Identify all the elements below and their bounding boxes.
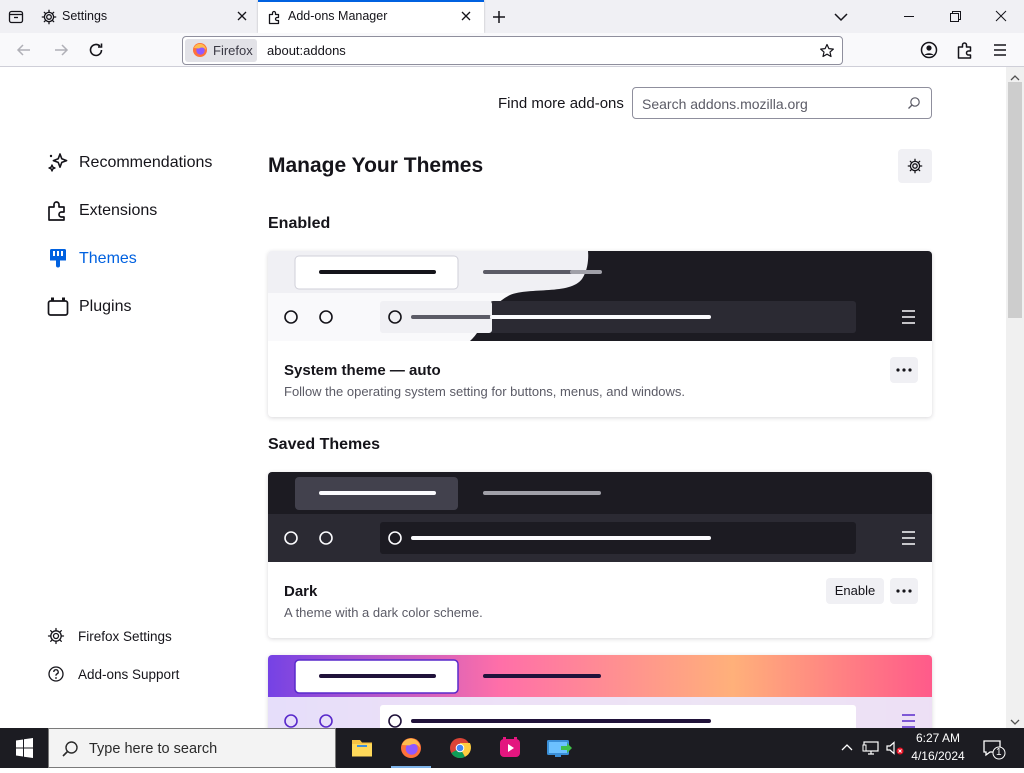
tab-settings[interactable]: Settings	[32, 0, 256, 33]
search-placeholder: Search addons.mozilla.org	[642, 96, 808, 112]
theme-card-dark: Dark A theme with a dark color scheme. E…	[268, 472, 932, 638]
notification-count: 1	[996, 747, 1002, 758]
menu-icon[interactable]	[990, 40, 1010, 60]
volume-muted-icon[interactable]	[885, 740, 905, 756]
chrome-icon[interactable]	[436, 728, 484, 768]
theme-name: Dark	[284, 583, 318, 600]
sidebar-item-label: Extensions	[79, 202, 158, 219]
sidebar-item-label: Themes	[79, 250, 137, 267]
tab-addons-manager[interactable]: Add-ons Manager	[258, 0, 484, 33]
back-button[interactable]	[14, 40, 34, 60]
scroll-up-icon[interactable]	[1010, 70, 1020, 81]
search-icon	[907, 96, 921, 110]
notification-center-icon[interactable]: 1	[980, 737, 1008, 761]
identity-box[interactable]: Firefox	[185, 39, 257, 62]
url-text[interactable]: about:addons	[267, 43, 346, 58]
saved-themes-heading: Saved Themes	[268, 436, 381, 453]
clock-date[interactable]: 4/16/2024	[908, 749, 968, 763]
close-window-button[interactable]	[978, 0, 1024, 33]
plugin-icon	[46, 295, 70, 319]
more-options-button[interactable]	[890, 578, 918, 604]
extensions-icon[interactable]	[955, 40, 975, 60]
close-icon[interactable]	[235, 9, 249, 23]
theme-description: A theme with a dark color scheme.	[284, 605, 483, 620]
navigation-toolbar: Firefox about:addons	[0, 33, 1024, 67]
tab-strip: Settings Add-ons Manager	[0, 0, 1024, 33]
windows-taskbar: Type here to search 6:27 AM 4/16/2024 1	[0, 728, 1024, 768]
page-title: Manage Your Themes	[268, 154, 484, 177]
url-bar[interactable]: Firefox about:addons	[182, 36, 843, 65]
enable-button[interactable]: Enable	[826, 578, 884, 604]
account-icon[interactable]	[919, 40, 939, 60]
theme-card-system: System theme — auto Follow the operating…	[268, 251, 932, 417]
windows-start-icon[interactable]	[0, 728, 48, 768]
sidebar-item-themes[interactable]: Themes	[46, 247, 137, 271]
sidebar-footer-label: Firefox Settings	[78, 628, 172, 644]
forward-button[interactable]	[51, 40, 71, 60]
file-explorer-icon[interactable]	[338, 728, 386, 768]
scroll-down-icon[interactable]	[1010, 714, 1020, 725]
network-app-icon[interactable]	[535, 728, 583, 768]
gear-icon	[41, 9, 57, 25]
sidebar-item-label: Recommendations	[79, 154, 213, 171]
new-tab-button[interactable]	[490, 8, 508, 26]
tools-gear-button[interactable]	[898, 149, 932, 183]
sidebar-addons-support-link[interactable]: Add-ons Support	[47, 665, 179, 683]
tab-label: Add-ons Manager	[288, 9, 388, 23]
star-icon[interactable]	[819, 43, 835, 59]
sparkle-icon	[46, 151, 70, 175]
sidebar-item-recommendations[interactable]: Recommendations	[46, 151, 212, 175]
sidebar-footer-label: Add-ons Support	[78, 666, 180, 682]
gear-icon	[47, 627, 65, 645]
puzzle-icon	[46, 199, 70, 223]
clock-time[interactable]: 6:27 AM	[908, 731, 968, 745]
search-icon	[61, 740, 79, 758]
sidebar-firefox-settings-link[interactable]: Firefox Settings	[47, 627, 172, 645]
help-icon	[47, 665, 65, 683]
taskbar-search-box[interactable]: Type here to search	[48, 728, 336, 768]
firefox-logo-icon	[192, 42, 208, 58]
scrollbar-thumb[interactable]	[1008, 82, 1022, 318]
network-icon[interactable]	[862, 740, 880, 756]
tab-label: Settings	[62, 9, 108, 23]
puzzle-icon	[267, 9, 283, 25]
reload-button[interactable]	[86, 40, 106, 60]
paintbrush-icon	[46, 247, 70, 271]
theme-description: Follow the operating system setting for …	[284, 384, 686, 399]
taskbar-search-placeholder: Type here to search	[89, 741, 218, 757]
theme-card-colorful	[268, 655, 932, 728]
addons-page: Recommendations Extensions Themes Plugin…	[0, 67, 1006, 728]
minimize-button[interactable]	[886, 0, 932, 33]
sidebar-item-plugins[interactable]: Plugins	[46, 295, 131, 319]
search-input[interactable]: Search addons.mozilla.org	[632, 87, 932, 119]
theme-preview-colorful	[268, 655, 932, 728]
list-all-tabs-icon[interactable]	[833, 10, 849, 24]
restore-button[interactable]	[932, 0, 978, 33]
gear-icon	[907, 158, 923, 174]
media-app-icon[interactable]	[486, 728, 534, 768]
more-options-button[interactable]	[890, 357, 918, 383]
show-hidden-icons-icon[interactable]	[839, 740, 855, 756]
firefox-taskbar-icon[interactable]	[387, 728, 435, 768]
tab-overview-icon[interactable]	[8, 9, 24, 25]
sidebar-item-extensions[interactable]: Extensions	[46, 199, 157, 223]
theme-name: System theme — auto	[284, 362, 441, 379]
find-more-label: Find more add-ons	[498, 95, 624, 112]
sidebar-item-label: Plugins	[79, 298, 132, 315]
theme-preview-dark	[268, 472, 932, 562]
enabled-heading: Enabled	[268, 215, 331, 232]
identity-label: Firefox	[213, 43, 253, 58]
theme-preview-system	[268, 251, 932, 341]
close-icon[interactable]	[459, 9, 473, 23]
